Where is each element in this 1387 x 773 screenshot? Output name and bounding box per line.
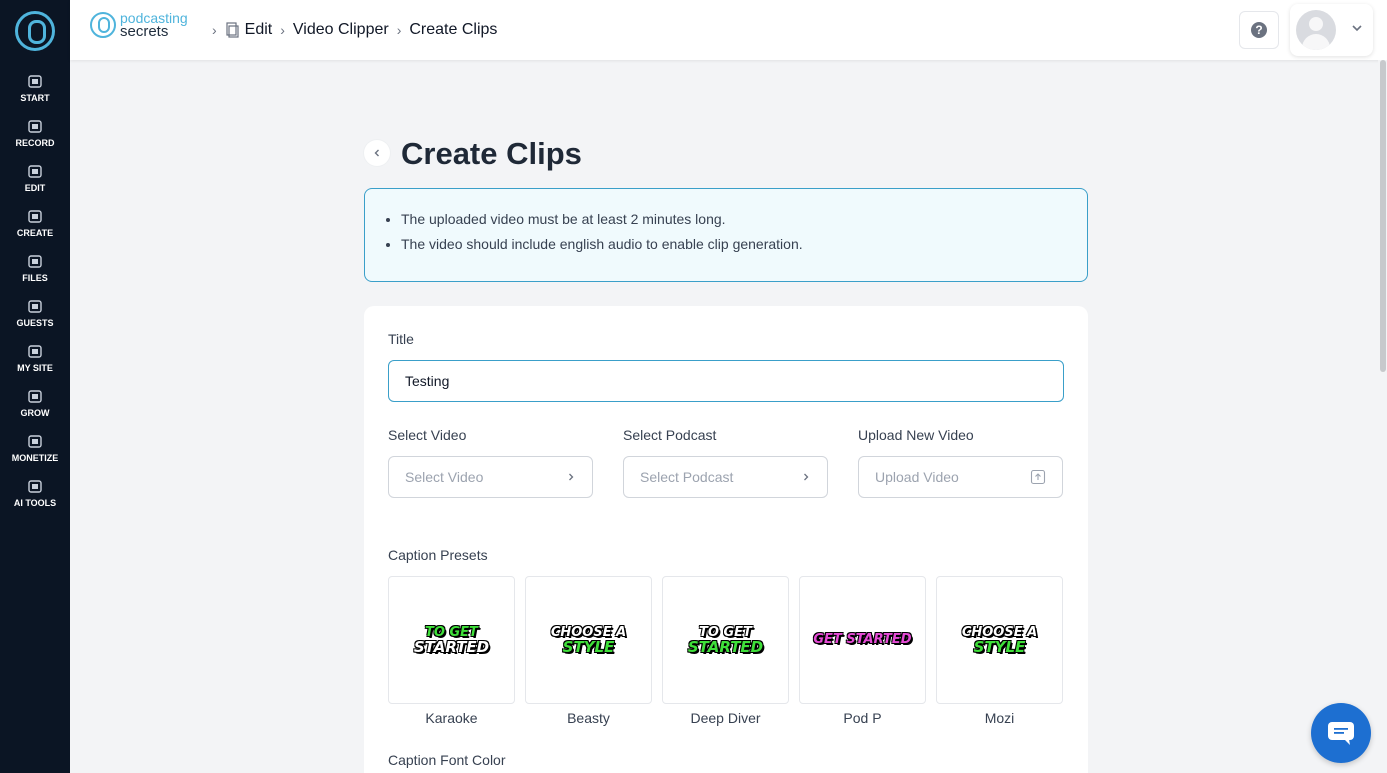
brand-name-line2: secrets <box>120 23 169 40</box>
chat-icon <box>1328 722 1354 745</box>
breadcrumb-create-clips: Create Clips <box>409 21 498 38</box>
info-item: The video should include english audio t… <box>401 232 1087 257</box>
avatar <box>1296 10 1336 50</box>
edit-icon <box>226 22 239 38</box>
create-icon <box>27 209 43 224</box>
chevron-down-icon <box>1352 25 1362 32</box>
sidebar-item-files[interactable]: FILES <box>0 254 70 294</box>
select-video-placeholder: Select Video <box>405 469 484 485</box>
breadcrumb-edit[interactable]: Edit <box>245 21 273 39</box>
sidebar-item-label: CREATE <box>16 228 54 238</box>
upload-icon <box>1030 469 1046 485</box>
files-icon <box>27 254 43 269</box>
select-video-label: Select Video <box>388 427 467 443</box>
sidebar-item-label: GUESTS <box>16 318 54 328</box>
breadcrumb: › Edit › Video Clipper › Create Clips <box>204 20 497 40</box>
edit-icon <box>27 164 43 179</box>
chat-button[interactable] <box>1311 703 1371 763</box>
caption-preset-mozi[interactable]: CHOOSE A STYLE <box>936 576 1063 704</box>
info-notice: The uploaded video must be at least 2 mi… <box>364 188 1088 282</box>
preset-preview: CHOOSE A STYLE <box>551 626 626 656</box>
sidebar-item-guests[interactable]: GUESTS <box>0 299 70 339</box>
title-label: Title <box>388 331 414 347</box>
caption-preset-name: Mozi <box>984 710 1015 726</box>
preset-preview-line2: STYLE <box>973 638 1026 656</box>
upload-video-button[interactable]: Upload Video <box>858 456 1063 498</box>
upload-video-placeholder: Upload Video <box>875 469 959 485</box>
caption-preset-beasty[interactable]: CHOOSE A STYLE <box>525 576 652 704</box>
guests-icon <box>27 299 43 314</box>
brand-logo[interactable]: podcasting secrets <box>90 11 188 40</box>
sidebar-item-label: START <box>20 93 50 103</box>
chevron-right-icon <box>804 473 809 481</box>
sidebar-item-record[interactable]: RECORD <box>0 119 70 159</box>
app-logo[interactable] <box>15 11 55 51</box>
microphone-icon <box>27 119 43 134</box>
start-icon <box>27 74 43 89</box>
preset-preview-line2: STYLE <box>562 638 615 656</box>
caption-preset-name: Karaoke <box>425 710 478 726</box>
caption-presets-label: Caption Presets <box>388 547 488 563</box>
select-podcast-placeholder: Select Podcast <box>640 469 734 485</box>
preset-preview: to get Started <box>687 626 764 656</box>
profile-menu[interactable] <box>1290 4 1373 56</box>
select-podcast-dropdown[interactable]: Select Podcast <box>623 456 828 498</box>
preset-preview-line2: Started <box>687 638 764 656</box>
select-video-dropdown[interactable]: Select Video <box>388 456 593 498</box>
sidebar-item-label: MONETIZE <box>11 453 59 463</box>
preset-preview-line2: STARTED <box>413 638 490 656</box>
preset-preview-line1: GET STARTED <box>813 632 912 647</box>
preset-preview: CHOOSE A STYLE <box>962 626 1037 656</box>
sidebar-item-label: EDIT <box>24 183 46 193</box>
sidebar-item-edit[interactable]: EDIT <box>0 164 70 204</box>
sidebar-item-start[interactable]: START <box>0 74 70 114</box>
caption-preset-karaoke[interactable]: TO GET STARTED <box>388 576 515 704</box>
question-icon: ? <box>1251 22 1267 38</box>
scrollbar-thumb[interactable] <box>1380 60 1386 372</box>
caption-preset-name: Deep Diver <box>690 710 761 726</box>
sidebar-item-create[interactable]: CREATE <box>0 209 70 249</box>
chevron-right-icon: › <box>212 22 217 38</box>
monetize-icon <box>27 434 43 449</box>
ai-tools-icon <box>27 479 43 494</box>
sidebar-item-monetize[interactable]: MONETIZE <box>0 434 70 474</box>
help-button[interactable]: ? <box>1239 11 1279 49</box>
sidebar-item-my-site[interactable]: MY SITE <box>0 344 70 384</box>
caption-preset-name: Beasty <box>567 710 610 726</box>
caption-font-color-label: Caption Font Color <box>388 752 506 768</box>
top-header: podcasting secrets › Edit › Video Clippe… <box>70 0 1387 60</box>
brand-logo-icon <box>90 12 116 38</box>
grow-icon <box>27 389 43 404</box>
page-title: Create Clips <box>401 136 582 171</box>
upload-video-label: Upload New Video <box>858 427 974 443</box>
info-item: The uploaded video must be at least 2 mi… <box>401 207 1087 232</box>
my-site-icon <box>27 344 43 359</box>
caption-preset-deep-diver[interactable]: to get Started <box>662 576 789 704</box>
select-podcast-label: Select Podcast <box>623 427 717 443</box>
create-clips-form: Title Select Video Select Video Select P… <box>364 306 1088 773</box>
chevron-right-icon <box>569 473 574 481</box>
sidebar-item-label: MY SITE <box>17 363 53 373</box>
caption-preset-pod-p[interactable]: GET STARTED <box>799 576 926 704</box>
chevron-left-icon <box>374 149 379 157</box>
title-input[interactable] <box>388 360 1064 402</box>
sidebar-item-label: AI TOOLS <box>13 498 57 508</box>
chevron-right-icon: › <box>396 22 402 38</box>
sidebar: START RECORD EDIT CREATE FILES GUESTS MY SITE G… <box>0 0 70 773</box>
sidebar-item-label: FILES <box>22 273 48 283</box>
back-button[interactable] <box>364 140 390 166</box>
sidebar-item-label: GROW <box>20 408 50 418</box>
sidebar-item-ai-tools[interactable]: AI TOOLS <box>0 479 70 519</box>
preset-preview: TO GET STARTED <box>413 626 490 656</box>
sidebar-item-grow[interactable]: GROW <box>0 389 70 429</box>
breadcrumb-video-clipper[interactable]: Video Clipper <box>293 21 389 39</box>
preset-preview: GET STARTED <box>813 633 911 647</box>
chevron-right-icon: › <box>280 22 285 38</box>
sidebar-item-label: RECORD <box>15 138 55 148</box>
caption-preset-name: Pod P <box>843 710 882 726</box>
